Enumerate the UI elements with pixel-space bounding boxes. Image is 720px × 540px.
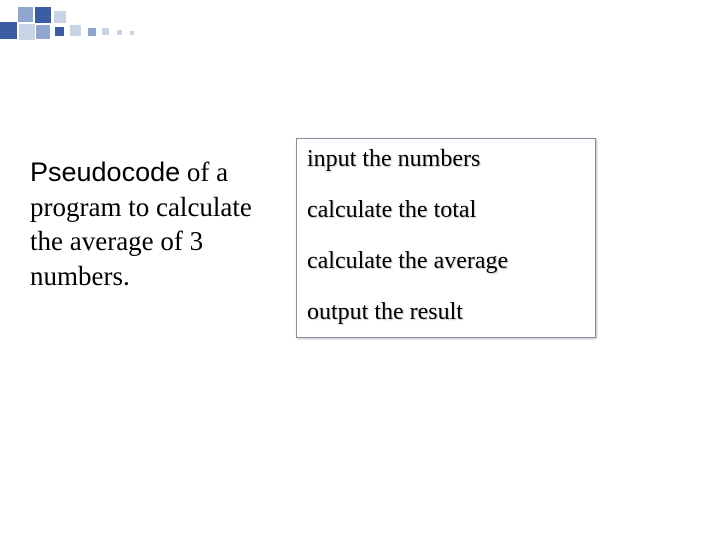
deco-square <box>55 27 64 36</box>
pseudocode-box: input the numbers calculate the total ca… <box>296 138 596 338</box>
deco-square <box>70 25 81 36</box>
heading-word: Pseudocode <box>30 157 180 187</box>
deco-square <box>18 7 33 22</box>
pseudocode-line: input the numbers <box>307 145 585 174</box>
deco-square <box>19 24 35 40</box>
heading-suffix: of <box>180 157 209 187</box>
deco-square <box>117 30 122 35</box>
description-text: Pseudocode of a program to calculate the… <box>30 155 270 293</box>
deco-square <box>130 31 134 35</box>
deco-square <box>36 25 50 39</box>
deco-square <box>102 28 109 35</box>
deco-square <box>35 7 51 23</box>
pseudocode-line: calculate the total <box>307 196 585 225</box>
corner-decoration <box>0 0 180 70</box>
pseudocode-line: calculate the average <box>307 247 585 276</box>
deco-square <box>54 11 66 23</box>
description-block: Pseudocode of a program to calculate the… <box>30 155 270 293</box>
pseudocode-line: output the result <box>307 298 585 327</box>
deco-square <box>88 28 96 36</box>
deco-square <box>0 22 17 39</box>
